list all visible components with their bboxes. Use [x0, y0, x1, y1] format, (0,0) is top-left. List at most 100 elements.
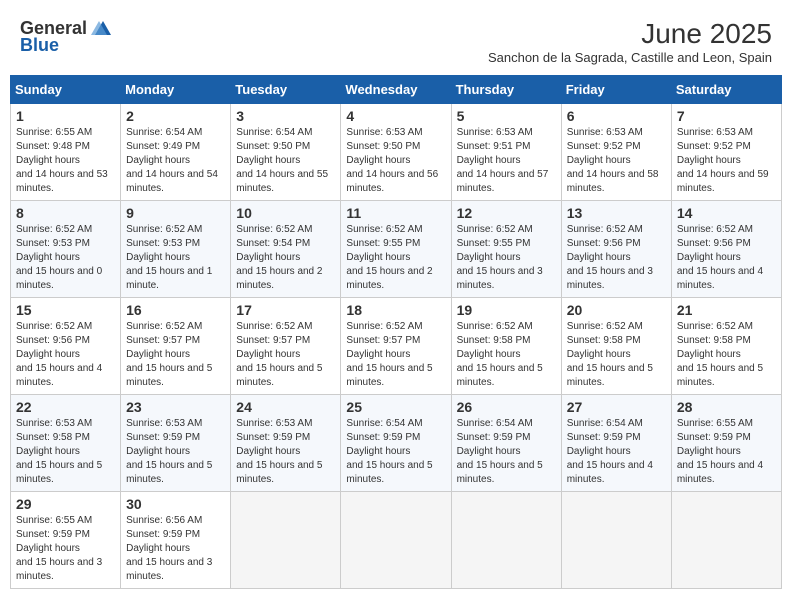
calendar-cell: 4 Sunrise: 6:53 AM Sunset: 9:50 PM Dayli… — [341, 104, 451, 201]
calendar-cell: 30 Sunrise: 6:56 AM Sunset: 9:59 PM Dayl… — [121, 492, 231, 589]
cell-info: Sunrise: 6:54 AM Sunset: 9:59 PM Dayligh… — [567, 417, 666, 487]
cell-info: Sunrise: 6:52 AM Sunset: 9:58 PM Dayligh… — [567, 320, 666, 390]
day-number: 28 — [677, 399, 776, 415]
col-wednesday: Wednesday — [341, 76, 451, 104]
day-number: 1 — [16, 108, 115, 124]
day-number: 24 — [236, 399, 335, 415]
cell-info: Sunrise: 6:52 AM Sunset: 9:58 PM Dayligh… — [457, 320, 556, 390]
day-number: 29 — [16, 496, 115, 512]
calendar-cell: 23 Sunrise: 6:53 AM Sunset: 9:59 PM Dayl… — [121, 395, 231, 492]
calendar-cell: 5 Sunrise: 6:53 AM Sunset: 9:51 PM Dayli… — [451, 104, 561, 201]
day-number: 6 — [567, 108, 666, 124]
calendar-cell: 7 Sunrise: 6:53 AM Sunset: 9:52 PM Dayli… — [671, 104, 781, 201]
calendar-week-row: 8 Sunrise: 6:52 AM Sunset: 9:53 PM Dayli… — [11, 201, 782, 298]
calendar-cell: 20 Sunrise: 6:52 AM Sunset: 9:58 PM Dayl… — [561, 298, 671, 395]
title-area: June 2025 Sanchon de la Sagrada, Castill… — [488, 18, 772, 65]
calendar-cell: 14 Sunrise: 6:52 AM Sunset: 9:56 PM Dayl… — [671, 201, 781, 298]
cell-info: Sunrise: 6:52 AM Sunset: 9:55 PM Dayligh… — [457, 223, 556, 293]
cell-info: Sunrise: 6:52 AM Sunset: 9:57 PM Dayligh… — [126, 320, 225, 390]
col-friday: Friday — [561, 76, 671, 104]
calendar-cell: 17 Sunrise: 6:52 AM Sunset: 9:57 PM Dayl… — [231, 298, 341, 395]
calendar-cell — [341, 492, 451, 589]
col-tuesday: Tuesday — [231, 76, 341, 104]
day-number: 9 — [126, 205, 225, 221]
day-number: 20 — [567, 302, 666, 318]
calendar-week-row: 29 Sunrise: 6:55 AM Sunset: 9:59 PM Dayl… — [11, 492, 782, 589]
cell-info: Sunrise: 6:54 AM Sunset: 9:59 PM Dayligh… — [346, 417, 445, 487]
calendar-cell: 18 Sunrise: 6:52 AM Sunset: 9:57 PM Dayl… — [341, 298, 451, 395]
calendar-cell: 22 Sunrise: 6:53 AM Sunset: 9:58 PM Dayl… — [11, 395, 121, 492]
day-number: 4 — [346, 108, 445, 124]
col-monday: Monday — [121, 76, 231, 104]
cell-info: Sunrise: 6:54 AM Sunset: 9:50 PM Dayligh… — [236, 126, 335, 196]
cell-info: Sunrise: 6:52 AM Sunset: 9:57 PM Dayligh… — [346, 320, 445, 390]
cell-info: Sunrise: 6:52 AM Sunset: 9:54 PM Dayligh… — [236, 223, 335, 293]
col-sunday: Sunday — [11, 76, 121, 104]
calendar-cell: 25 Sunrise: 6:54 AM Sunset: 9:59 PM Dayl… — [341, 395, 451, 492]
calendar-cell: 10 Sunrise: 6:52 AM Sunset: 9:54 PM Dayl… — [231, 201, 341, 298]
header: General Blue June 2025 Sanchon de la Sag… — [10, 10, 782, 69]
logo-blue-text: Blue — [20, 35, 59, 56]
day-number: 18 — [346, 302, 445, 318]
cell-info: Sunrise: 6:53 AM Sunset: 9:59 PM Dayligh… — [236, 417, 335, 487]
calendar-cell: 15 Sunrise: 6:52 AM Sunset: 9:56 PM Dayl… — [11, 298, 121, 395]
calendar-cell — [561, 492, 671, 589]
day-number: 3 — [236, 108, 335, 124]
calendar-cell: 16 Sunrise: 6:52 AM Sunset: 9:57 PM Dayl… — [121, 298, 231, 395]
calendar-cell — [231, 492, 341, 589]
cell-info: Sunrise: 6:53 AM Sunset: 9:52 PM Dayligh… — [567, 126, 666, 196]
month-title: June 2025 — [488, 18, 772, 50]
cell-info: Sunrise: 6:52 AM Sunset: 9:58 PM Dayligh… — [677, 320, 776, 390]
calendar-cell — [451, 492, 561, 589]
calendar-cell: 8 Sunrise: 6:52 AM Sunset: 9:53 PM Dayli… — [11, 201, 121, 298]
day-number: 16 — [126, 302, 225, 318]
day-number: 26 — [457, 399, 556, 415]
day-number: 25 — [346, 399, 445, 415]
day-number: 13 — [567, 205, 666, 221]
calendar-week-row: 1 Sunrise: 6:55 AM Sunset: 9:48 PM Dayli… — [11, 104, 782, 201]
calendar-cell: 19 Sunrise: 6:52 AM Sunset: 9:58 PM Dayl… — [451, 298, 561, 395]
day-number: 8 — [16, 205, 115, 221]
calendar-cell: 28 Sunrise: 6:55 AM Sunset: 9:59 PM Dayl… — [671, 395, 781, 492]
calendar-cell: 29 Sunrise: 6:55 AM Sunset: 9:59 PM Dayl… — [11, 492, 121, 589]
day-number: 22 — [16, 399, 115, 415]
cell-info: Sunrise: 6:52 AM Sunset: 9:56 PM Dayligh… — [677, 223, 776, 293]
day-number: 10 — [236, 205, 335, 221]
day-number: 19 — [457, 302, 556, 318]
day-number: 14 — [677, 205, 776, 221]
cell-info: Sunrise: 6:52 AM Sunset: 9:56 PM Dayligh… — [567, 223, 666, 293]
cell-info: Sunrise: 6:53 AM Sunset: 9:50 PM Dayligh… — [346, 126, 445, 196]
calendar-cell — [671, 492, 781, 589]
cell-info: Sunrise: 6:52 AM Sunset: 9:55 PM Dayligh… — [346, 223, 445, 293]
calendar-cell: 27 Sunrise: 6:54 AM Sunset: 9:59 PM Dayl… — [561, 395, 671, 492]
col-saturday: Saturday — [671, 76, 781, 104]
day-number: 2 — [126, 108, 225, 124]
cell-info: Sunrise: 6:52 AM Sunset: 9:56 PM Dayligh… — [16, 320, 115, 390]
day-number: 30 — [126, 496, 225, 512]
cell-info: Sunrise: 6:54 AM Sunset: 9:49 PM Dayligh… — [126, 126, 225, 196]
calendar-cell: 12 Sunrise: 6:52 AM Sunset: 9:55 PM Dayl… — [451, 201, 561, 298]
day-number: 17 — [236, 302, 335, 318]
day-number: 27 — [567, 399, 666, 415]
calendar-cell: 13 Sunrise: 6:52 AM Sunset: 9:56 PM Dayl… — [561, 201, 671, 298]
calendar-week-row: 22 Sunrise: 6:53 AM Sunset: 9:58 PM Dayl… — [11, 395, 782, 492]
calendar-cell: 24 Sunrise: 6:53 AM Sunset: 9:59 PM Dayl… — [231, 395, 341, 492]
col-thursday: Thursday — [451, 76, 561, 104]
cell-info: Sunrise: 6:53 AM Sunset: 9:59 PM Dayligh… — [126, 417, 225, 487]
cell-info: Sunrise: 6:55 AM Sunset: 9:59 PM Dayligh… — [677, 417, 776, 487]
calendar-cell: 2 Sunrise: 6:54 AM Sunset: 9:49 PM Dayli… — [121, 104, 231, 201]
cell-info: Sunrise: 6:52 AM Sunset: 9:53 PM Dayligh… — [16, 223, 115, 293]
calendar-cell: 11 Sunrise: 6:52 AM Sunset: 9:55 PM Dayl… — [341, 201, 451, 298]
calendar-table: Sunday Monday Tuesday Wednesday Thursday… — [10, 75, 782, 589]
cell-info: Sunrise: 6:52 AM Sunset: 9:53 PM Dayligh… — [126, 223, 225, 293]
location-subtitle: Sanchon de la Sagrada, Castille and Leon… — [488, 50, 772, 65]
cell-info: Sunrise: 6:52 AM Sunset: 9:57 PM Dayligh… — [236, 320, 335, 390]
cell-info: Sunrise: 6:53 AM Sunset: 9:51 PM Dayligh… — [457, 126, 556, 196]
day-number: 7 — [677, 108, 776, 124]
cell-info: Sunrise: 6:53 AM Sunset: 9:58 PM Dayligh… — [16, 417, 115, 487]
cell-info: Sunrise: 6:54 AM Sunset: 9:59 PM Dayligh… — [457, 417, 556, 487]
calendar-cell: 1 Sunrise: 6:55 AM Sunset: 9:48 PM Dayli… — [11, 104, 121, 201]
logo-icon — [91, 19, 113, 37]
day-number: 23 — [126, 399, 225, 415]
day-number: 15 — [16, 302, 115, 318]
